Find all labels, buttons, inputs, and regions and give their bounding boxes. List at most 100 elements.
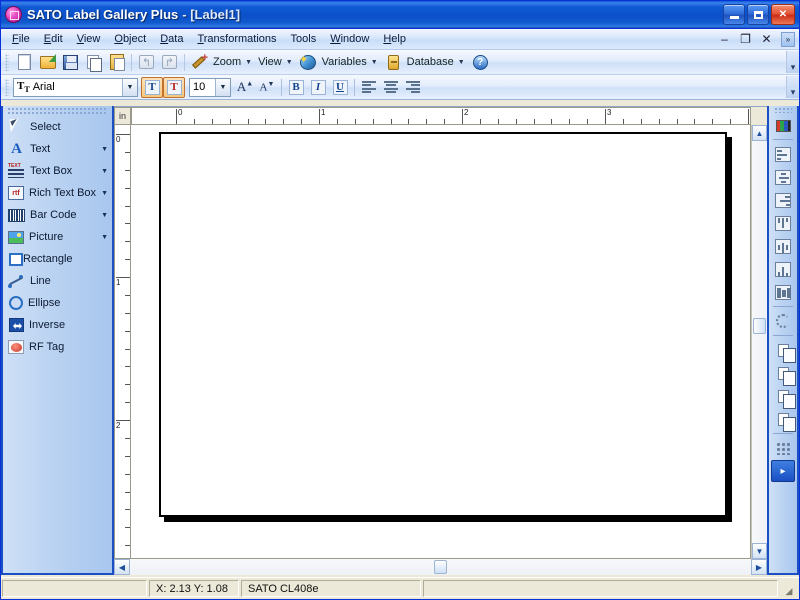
menu-file[interactable]: FFileile — [5, 31, 37, 47]
open-button[interactable] — [36, 51, 59, 73]
font-size-combo[interactable]: 10 ▼ — [189, 77, 231, 97]
align-toolbar-grip[interactable] — [774, 107, 792, 113]
tool-ellipse[interactable]: Ellipse — [3, 292, 112, 314]
variables-label[interactable]: Variables — [320, 56, 369, 68]
menu-data[interactable]: Data — [153, 31, 190, 47]
font-name-chevron-down-icon[interactable]: ▼ — [122, 78, 137, 96]
collapse-panel-button[interactable]: ▸ — [771, 460, 795, 482]
bold-button[interactable]: B — [285, 77, 307, 98]
view-chevron-down-icon[interactable]: ▼ — [284, 59, 297, 66]
tool-picture[interactable]: Picture ▼ — [3, 226, 112, 248]
bring-to-front-button[interactable] — [771, 339, 796, 363]
close-button[interactable]: ✕ — [771, 4, 795, 25]
tool-chevron-down-icon[interactable]: ▼ — [101, 146, 108, 153]
redo-button[interactable]: ↱ — [158, 51, 181, 73]
mdi-close-button[interactable]: ✕ — [760, 32, 773, 46]
mdi-restore-button[interactable]: ❐ — [739, 32, 752, 46]
variables-chevron-down-icon[interactable]: ▼ — [369, 59, 382, 66]
menu-transformations[interactable]: Transformations — [190, 31, 283, 47]
font-name-combo[interactable]: TT Arial ▼ — [13, 77, 138, 97]
formatting-toolbar-grip[interactable] — [5, 78, 9, 96]
snap-grid-button[interactable] — [771, 437, 795, 459]
zoom-chevron-down-icon[interactable]: ▼ — [243, 59, 256, 66]
menu-overflow-button[interactable]: » — [781, 31, 795, 47]
menu-edit[interactable]: Edit — [37, 31, 70, 47]
ruler-unit-box[interactable]: in — [114, 107, 131, 125]
menu-window[interactable]: Window — [323, 31, 376, 47]
tool-inverse[interactable]: Inverse — [3, 314, 112, 336]
database-label[interactable]: Database — [405, 56, 456, 68]
formatting-overflow-button[interactable]: ▾ — [786, 76, 799, 98]
zoom-button[interactable] — [188, 51, 211, 73]
shrink-font-button[interactable]: A▼ — [256, 77, 278, 98]
font-size-chevron-down-icon[interactable]: ▼ — [215, 78, 230, 96]
menu-view[interactable]: View — [70, 31, 108, 47]
database-chevron-down-icon[interactable]: ▼ — [456, 59, 469, 66]
tool-chevron-down-icon[interactable]: ▼ — [101, 168, 108, 175]
view-label[interactable]: View — [256, 56, 284, 68]
tool-rectangle[interactable]: Rectangle — [3, 248, 112, 270]
database-button[interactable] — [382, 51, 405, 73]
tool-text-box[interactable]: Text Box ▼ — [3, 160, 112, 182]
scroll-up-button[interactable]: ▲ — [752, 125, 767, 141]
scroll-down-button[interactable]: ▼ — [752, 543, 767, 559]
align-middle-objects-button[interactable] — [771, 235, 795, 257]
align-left-button[interactable] — [358, 77, 380, 98]
align-left-objects-button[interactable] — [771, 143, 795, 165]
help-button[interactable]: ? — [469, 51, 492, 73]
horizontal-ruler[interactable]: 0 1 2 3 4 — [131, 107, 751, 125]
align-center-button[interactable] — [380, 77, 402, 98]
bring-forward-button[interactable] — [771, 385, 796, 409]
align-bottom-objects-button[interactable] — [771, 258, 795, 280]
tool-chevron-down-icon[interactable]: ▼ — [101, 190, 108, 197]
copy-button[interactable] — [82, 51, 105, 73]
italic-button[interactable]: I — [307, 77, 329, 98]
grow-font-button[interactable]: A▲ — [234, 77, 256, 98]
vertical-scroll-thumb[interactable] — [753, 317, 766, 334]
minimize-button[interactable] — [723, 4, 745, 25]
toolbox-grip[interactable] — [7, 107, 108, 114]
scroll-right-button[interactable]: ▶ — [751, 559, 767, 575]
tool-chevron-down-icon[interactable]: ▼ — [101, 212, 108, 219]
vertical-ruler[interactable]: 0 1 2 — [114, 125, 131, 559]
text-properties-button[interactable]: T — [141, 76, 163, 98]
undo-button[interactable]: ↰ — [135, 51, 158, 73]
send-to-back-button[interactable] — [771, 362, 796, 386]
label-design-sheet[interactable] — [159, 132, 727, 517]
horizontal-scroll-thumb[interactable] — [434, 560, 448, 574]
tool-rich-text-box[interactable]: rtf Rich Text Box ▼ — [3, 182, 112, 204]
text-style-button[interactable]: T — [163, 76, 185, 98]
menu-help[interactable]: Help — [376, 31, 413, 47]
send-backward-button[interactable] — [771, 408, 796, 432]
menu-tools[interactable]: Tools — [284, 31, 324, 47]
underline-button[interactable]: U — [329, 77, 351, 98]
variables-button[interactable] — [297, 51, 320, 73]
tool-bar-code[interactable]: Bar Code ▼ — [3, 204, 112, 226]
tool-text[interactable]: A Text ▼ — [3, 138, 112, 160]
color-palette-button[interactable] — [771, 114, 795, 136]
distribute-objects-button[interactable] — [771, 281, 795, 303]
scroll-left-button[interactable]: ◀ — [114, 559, 130, 575]
horizontal-scrollbar[interactable]: ◀ ▶ — [114, 559, 767, 575]
maximize-button[interactable] — [747, 4, 769, 25]
new-button[interactable] — [13, 51, 36, 73]
vertical-scroll-track[interactable] — [752, 141, 767, 543]
mdi-minimize-button[interactable]: – — [718, 32, 731, 46]
rotate-button[interactable] — [771, 310, 795, 332]
align-right-objects-button[interactable] — [771, 189, 795, 211]
paste-button[interactable] — [105, 51, 128, 73]
tool-line[interactable]: Line — [3, 270, 112, 292]
tool-chevron-down-icon[interactable]: ▼ — [101, 234, 108, 241]
zoom-label[interactable]: Zoom — [211, 56, 243, 68]
tool-select[interactable]: Select — [3, 116, 112, 138]
align-right-button[interactable] — [402, 77, 424, 98]
canvas-viewport[interactable] — [131, 125, 751, 559]
align-center-objects-button[interactable] — [771, 166, 795, 188]
vertical-scrollbar[interactable]: ▲ ▼ — [751, 125, 767, 559]
save-button[interactable] — [59, 51, 82, 73]
status-resize-grip[interactable]: ◢ — [780, 580, 798, 597]
tool-rf-tag[interactable]: RF Tag — [3, 336, 112, 358]
toolbar-grip[interactable] — [5, 53, 9, 71]
toolbar-overflow-button[interactable]: ▾ — [786, 51, 799, 73]
menu-object[interactable]: Object — [107, 31, 153, 47]
